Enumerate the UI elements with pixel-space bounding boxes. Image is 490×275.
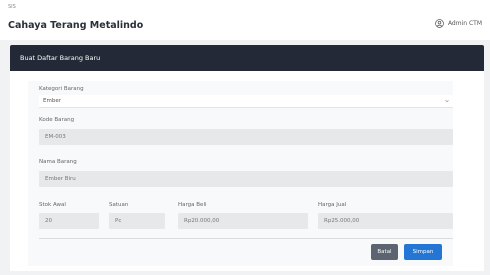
code-value: EM-003: [45, 134, 66, 140]
user-name: Admin CTM: [447, 20, 482, 27]
category-label: Kategori Barang: [39, 86, 84, 92]
form-divider: [39, 238, 453, 239]
user-menu[interactable]: Admin CTM: [435, 19, 482, 28]
cancel-button[interactable]: Batal: [371, 244, 398, 260]
code-field[interactable]: EM-003: [39, 129, 453, 145]
buy-price-field[interactable]: Rp20.000,00: [178, 213, 308, 229]
card-title: Buat Daftar Barang Baru: [20, 54, 101, 62]
buy-price-value: Rp20.000,00: [184, 218, 220, 224]
code-label: Kode Barang: [39, 117, 75, 123]
sell-price-value: Rp25.000,00: [324, 218, 360, 224]
stock-label: Stok Awal: [39, 202, 66, 208]
sell-price-label: Harga Jual: [318, 202, 347, 208]
top-bar: SIS Cahaya Terang Metalindo Admin CTM: [0, 0, 490, 40]
unit-field[interactable]: Pc: [109, 213, 165, 229]
name-value: Ember Biru: [45, 176, 76, 182]
stock-value: 20: [45, 218, 52, 224]
name-label: Nama Barang: [39, 159, 77, 165]
chevron-down-icon: [445, 99, 449, 103]
category-select[interactable]: Ember: [39, 95, 453, 108]
user-icon: [435, 19, 444, 28]
name-field[interactable]: Ember Biru: [39, 171, 453, 187]
app-small-label: SIS: [8, 4, 16, 10]
category-value: Ember: [43, 98, 61, 104]
card-header: Buat Daftar Barang Baru: [10, 45, 484, 71]
save-button[interactable]: Simpan: [404, 244, 442, 260]
buy-price-label: Harga Beli: [178, 202, 207, 208]
stock-field[interactable]: 20: [39, 213, 99, 229]
app-title: Cahaya Terang Metalindo: [8, 20, 144, 31]
unit-label: Satuan: [109, 202, 129, 208]
unit-value: Pc: [115, 218, 122, 224]
sell-price-field[interactable]: Rp25.000,00: [318, 213, 453, 229]
